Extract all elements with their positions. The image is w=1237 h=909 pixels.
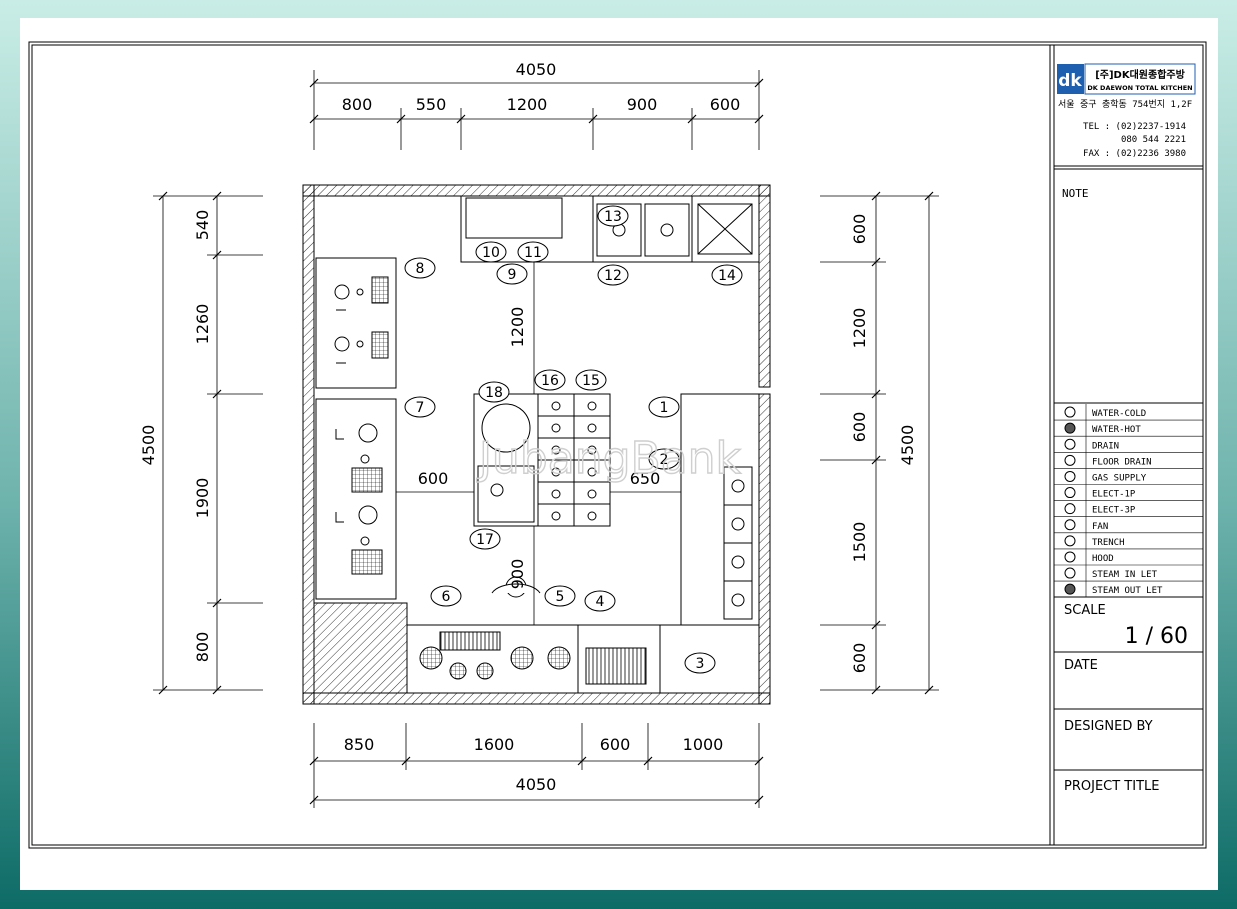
company-name-kr: [주]DK대원종합주방	[1095, 68, 1185, 81]
legend-label: TRENCH	[1092, 538, 1125, 548]
company-tel1: TEL : (02)2237-1914	[1083, 122, 1186, 132]
logo-letters: dk	[1058, 71, 1082, 91]
project-title-label: PROJECT TITLE	[1064, 779, 1159, 794]
note-label: NOTE	[1062, 187, 1089, 200]
dim-bottom-total: 4050	[516, 775, 557, 794]
dim-right-seg-5: 600	[850, 643, 869, 674]
company-fax: FAX : (02)2236 3980	[1083, 149, 1186, 159]
elect-1p-icon	[1064, 487, 1076, 499]
dim-left-total: 4500	[139, 425, 158, 466]
tag-number-4: 4	[596, 594, 605, 610]
dim-top-seg-1: 800	[342, 95, 373, 114]
legend-label: ELECT-1P	[1092, 490, 1136, 500]
company-address: 서울 중구 충학동 754번지 1,2F	[1058, 99, 1192, 110]
tag-number-12: 12	[604, 268, 622, 284]
legend-label: FAN	[1092, 522, 1108, 532]
dim-right-seg-2: 1200	[850, 308, 869, 349]
dim-left-seg-2: 1260	[193, 304, 212, 345]
floor-drain-icon	[1064, 454, 1076, 466]
dim-right-total: 4500	[898, 425, 917, 466]
dim-right-seg-1: 600	[850, 214, 869, 245]
dim-inner-1200: 1200	[508, 307, 527, 348]
tag-number-15: 15	[582, 373, 600, 389]
tag-number-7: 7	[416, 400, 425, 416]
dim-inner-900: 900	[508, 559, 527, 590]
elect-3p-icon	[1064, 503, 1076, 515]
tag-number-10: 10	[482, 245, 500, 261]
fan-icon	[1064, 519, 1076, 531]
dim-bottom-seg-1: 850	[344, 735, 375, 754]
drawing-sheet: dk [주]DK대원종합주방 DK DAEWON TOTAL KITCHEN 서…	[20, 18, 1218, 890]
date-label: DATE	[1064, 658, 1098, 673]
trench-icon	[1064, 535, 1076, 547]
legend-label: STEAM OUT LET	[1092, 586, 1163, 596]
legend-label: ELECT-3P	[1092, 506, 1136, 516]
dim-top-seg-3: 1200	[507, 95, 548, 114]
dim-bottom-seg-3: 600	[600, 735, 631, 754]
tag-number-5: 5	[556, 589, 565, 605]
drain-icon	[1064, 438, 1076, 450]
hood-icon	[1064, 551, 1076, 563]
tag-number-9: 9	[508, 267, 517, 283]
tag-number-13: 13	[604, 209, 622, 225]
scale-label: SCALE	[1064, 603, 1106, 618]
company-logo: dk [주]DK대원종합주방 DK DAEWON TOTAL KITCHEN	[1057, 63, 1196, 95]
legend-label: DRAIN	[1092, 441, 1119, 451]
legend-label: FLOOR DRAIN	[1092, 457, 1152, 467]
dim-right-seg-4: 1500	[850, 522, 869, 563]
company-tel2: 080 544 2221	[1121, 135, 1186, 145]
water-hot-icon	[1064, 422, 1076, 434]
legend-label: HOOD	[1092, 554, 1114, 564]
dim-top-total: 4050	[516, 60, 557, 79]
dim-left-seg-1: 540	[193, 210, 212, 241]
hatched-corner	[313, 602, 408, 694]
legend-label: STEAM IN LET	[1092, 570, 1158, 580]
scale-value: 1 / 60	[1125, 624, 1188, 649]
tag-number-3: 3	[696, 656, 705, 672]
tag-number-1: 1	[660, 400, 669, 416]
dim-bottom-seg-2: 1600	[474, 735, 515, 754]
water-cold-icon	[1064, 406, 1076, 418]
gas-supply-icon	[1064, 470, 1076, 482]
title-block: dk [주]DK대원종합주방 DK DAEWON TOTAL KITCHEN 서…	[1049, 45, 1203, 845]
dim-top-seg-4: 900	[627, 95, 658, 114]
tag-number-8: 8	[416, 261, 425, 277]
legend-label: WATER-COLD	[1092, 409, 1146, 419]
tag-number-6: 6	[442, 589, 451, 605]
watermark: JubangBank	[476, 433, 742, 484]
dim-right-seg-3: 600	[850, 412, 869, 443]
dim-top-seg-5: 600	[710, 95, 741, 114]
tag-number-14: 14	[718, 268, 736, 284]
tag-number-16: 16	[541, 373, 559, 389]
symbol-legend: WATER-COLD WATER-HOT DRAIN FLOOR DRAIN GAS S…	[1054, 404, 1203, 598]
legend-label: GAS SUPPLY	[1092, 474, 1147, 484]
dim-top-seg-2: 550	[416, 95, 447, 114]
designed-by-label: DESIGNED BY	[1064, 719, 1153, 734]
dim-left-seg-3: 1900	[193, 478, 212, 519]
tag-number-11: 11	[524, 245, 542, 261]
dim-bottom-seg-4: 1000	[683, 735, 724, 754]
tag-number-17: 17	[476, 532, 494, 548]
dim-inner-600: 600	[418, 469, 449, 488]
dim-left-seg-4: 800	[193, 632, 212, 663]
kitchen-floor-plan: dk [주]DK대원종합주방 DK DAEWON TOTAL KITCHEN 서…	[28, 41, 1207, 849]
steam-outlet-icon	[1064, 583, 1076, 595]
steam-inlet-icon	[1064, 567, 1076, 579]
tag-number-18: 18	[485, 385, 503, 401]
company-name-en: DK DAEWON TOTAL KITCHEN	[1087, 84, 1192, 92]
legend-label: WATER-HOT	[1092, 425, 1141, 435]
